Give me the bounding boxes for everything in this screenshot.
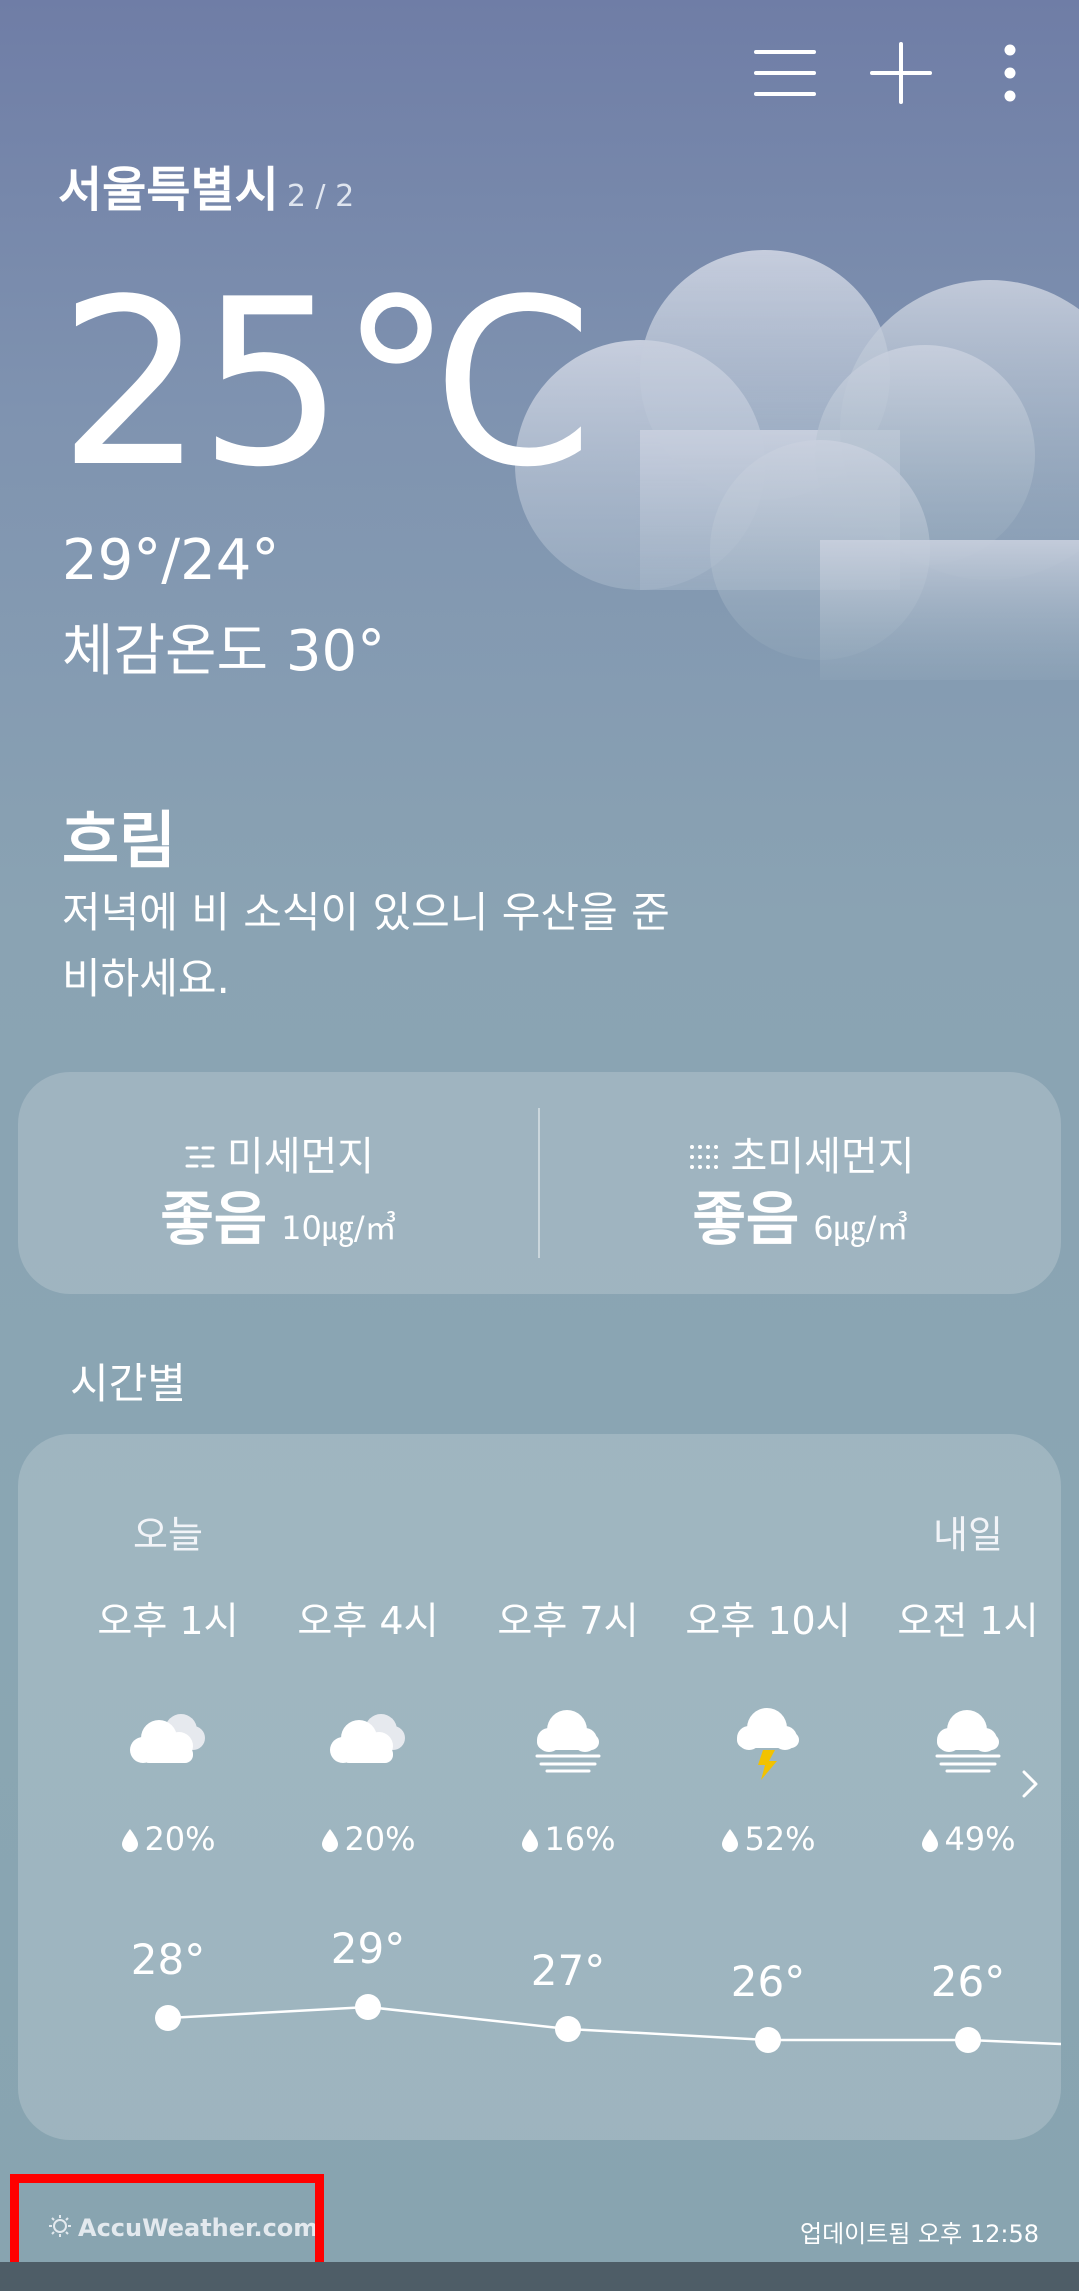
fine-dust-grade: 좋음 — [160, 1185, 268, 1253]
add-icon[interactable] — [866, 38, 936, 108]
fine-dust-value: 10㎍/㎥ — [281, 1209, 397, 1247]
ultrafine-dust-grade: 좋음 — [692, 1185, 800, 1253]
temperature-label: 26° — [731, 1957, 805, 2006]
weather-condition: 흐림 — [62, 804, 177, 877]
temperature-label: 26° — [931, 1957, 1005, 2006]
updated-time: 업데이트됨 오후 12:58 — [800, 2220, 1039, 2248]
chevron-right-icon[interactable] — [1018, 1764, 1042, 1808]
high-low-temperature: 29°/24° — [62, 528, 280, 593]
ultrafine-dust-value: 6㎍/㎥ — [813, 1209, 909, 1247]
fine-dust-section[interactable]: 미세먼지 좋음 10㎍/㎥ — [18, 1072, 539, 1294]
temperature-line-chart: 28° 29° 27° 26° 26° — [131, 1924, 1061, 2053]
menu-icon[interactable] — [750, 38, 820, 108]
feels-like-temperature: 체감온도 30° — [62, 619, 386, 684]
temperature-point — [755, 2027, 781, 2053]
hourly-title: 시간별 — [70, 1359, 186, 1408]
page-indicator: 2 / 2 — [286, 179, 355, 214]
air-quality-panel[interactable]: 미세먼지 좋음 10㎍/㎥ 초미세먼지 좋음 6㎍/㎥ — [18, 1072, 1061, 1294]
weather-advice: 저녁에 비 소식이 있으니 우산을 준비하세요. — [62, 888, 670, 1003]
temperature-point — [555, 2016, 581, 2042]
ultrafine-dust-section[interactable]: 초미세먼지 좋음 6㎍/㎥ — [540, 1072, 1061, 1294]
temperature-label: 29° — [331, 1924, 405, 1973]
system-nav-bar — [0, 2262, 1079, 2291]
temperature-line — [167, 2005, 1061, 2046]
city-name: 서울특별시 2 / 2 — [58, 150, 354, 220]
temperature-label: 28° — [131, 1935, 205, 1984]
more-options-icon[interactable] — [980, 38, 1040, 108]
hourly-forecast-panel[interactable]: 오늘 내일 오후 1시 20% 오후 4시 20% 오후 7시 16% 오후 10시 52% 오… — [18, 1434, 1061, 2140]
temperature-point — [355, 1994, 381, 2020]
temperature-point — [955, 2027, 981, 2053]
temperature-point — [155, 2005, 181, 2031]
temperature-label: 27° — [531, 1946, 605, 1995]
current-temperature: 25℃ — [58, 251, 597, 518]
city-label: 서울특별시 — [58, 162, 279, 218]
